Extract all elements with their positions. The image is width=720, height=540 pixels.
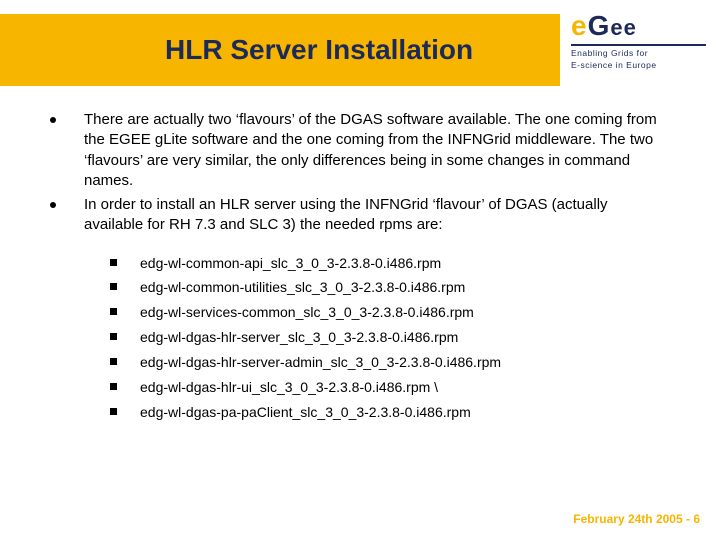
sub-text: edg-wl-dgas-hlr-server_slc_3_0_3-2.3.8-0… — [140, 328, 670, 347]
sub-text: edg-wl-services-common_slc_3_0_3-2.3.8-0… — [140, 303, 670, 322]
sub-text: edg-wl-common-api_slc_3_0_3-2.3.8-0.i486… — [140, 254, 670, 273]
sub-text: edg-wl-common-utilities_slc_3_0_3-2.3.8-… — [140, 278, 670, 297]
sub-text: edg-wl-dgas-hlr-ui_slc_3_0_3-2.3.8-0.i48… — [140, 378, 670, 397]
square-icon — [110, 378, 140, 397]
content-area: There are actually two ‘flavours’ of the… — [50, 110, 670, 428]
bullet-text: In order to install an HLR server using … — [84, 195, 670, 236]
bullet-icon — [50, 195, 84, 236]
main-bullets: There are actually two ‘flavours’ of the… — [50, 110, 670, 236]
square-icon — [110, 278, 140, 297]
list-item: edg-wl-dgas-pa-paClient_slc_3_0_3-2.3.8-… — [110, 403, 670, 422]
list-item: edg-wl-services-common_slc_3_0_3-2.3.8-0… — [110, 303, 670, 322]
list-item: edg-wl-common-api_slc_3_0_3-2.3.8-0.i486… — [110, 254, 670, 273]
list-item: In order to install an HLR server using … — [50, 195, 670, 236]
sub-text: edg-wl-dgas-hlr-server-admin_slc_3_0_3-2… — [140, 353, 670, 372]
list-item: There are actually two ‘flavours’ of the… — [50, 110, 670, 191]
list-item: edg-wl-dgas-hlr-server_slc_3_0_3-2.3.8-0… — [110, 328, 670, 347]
square-icon — [110, 254, 140, 273]
footer-date-page: February 24th 2005 - 6 — [573, 512, 700, 526]
logo-text: eGee — [571, 10, 706, 42]
square-icon — [110, 328, 140, 347]
logo: eGee Enabling Grids for E-science in Eur… — [571, 10, 706, 90]
list-item: edg-wl-dgas-hlr-server-admin_slc_3_0_3-2… — [110, 353, 670, 372]
title-band: HLR Server Installation — [0, 14, 560, 86]
square-icon — [110, 403, 140, 422]
square-icon — [110, 353, 140, 372]
slide: HLR Server Installation eGee Enabling Gr… — [0, 0, 720, 540]
logo-tagline: Enabling Grids for E-science in Europe — [571, 44, 706, 72]
list-item: edg-wl-common-utilities_slc_3_0_3-2.3.8-… — [110, 278, 670, 297]
sub-bullets: edg-wl-common-api_slc_3_0_3-2.3.8-0.i486… — [50, 254, 670, 422]
bullet-text: There are actually two ‘flavours’ of the… — [84, 110, 670, 191]
square-icon — [110, 303, 140, 322]
bullet-icon — [50, 110, 84, 191]
list-item: edg-wl-dgas-hlr-ui_slc_3_0_3-2.3.8-0.i48… — [110, 378, 670, 397]
slide-title: HLR Server Installation — [165, 34, 473, 66]
sub-text: edg-wl-dgas-pa-paClient_slc_3_0_3-2.3.8-… — [140, 403, 670, 422]
